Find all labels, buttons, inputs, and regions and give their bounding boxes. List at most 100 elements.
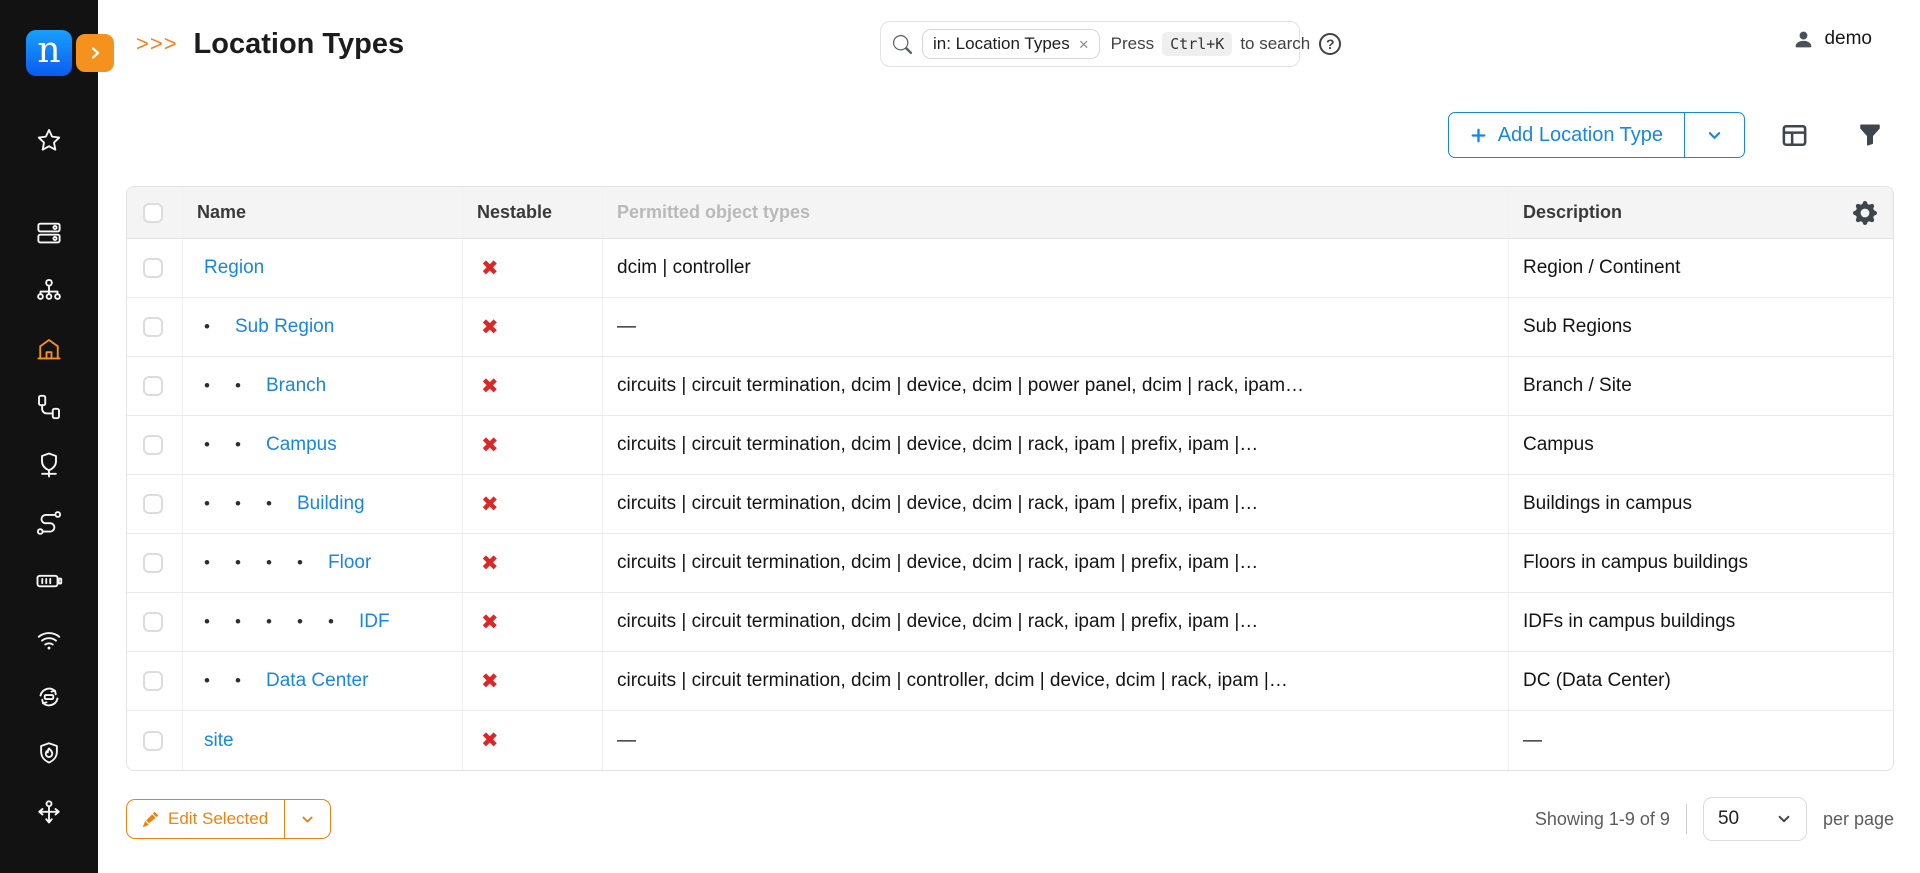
- location-type-link[interactable]: Campus: [266, 434, 337, 456]
- table-row: •Sub Region ✖ — Sub Regions: [127, 298, 1893, 357]
- logo-letter: n: [37, 33, 60, 69]
- indent-bullets: ••••: [204, 552, 328, 574]
- nav-cables[interactable]: [0, 378, 98, 436]
- row-description: —: [1509, 711, 1893, 770]
- row-description: DC (Data Center): [1509, 652, 1893, 710]
- server-rack-icon: [34, 218, 64, 248]
- row-checkbox[interactable]: [143, 731, 163, 751]
- location-type-link[interactable]: Floor: [328, 552, 371, 574]
- search-scope-chip[interactable]: in: Location Types ×: [922, 29, 1100, 59]
- location-type-link[interactable]: site: [204, 730, 234, 752]
- indent-bullet: •: [235, 494, 266, 514]
- permitted-object-types: circuits | circuit termination, dcim | d…: [603, 593, 1509, 651]
- indent-bullet: •: [235, 671, 266, 691]
- filter-funnel-icon: [1858, 123, 1882, 147]
- chevron-down-icon: [1776, 811, 1792, 827]
- table-layout-icon: [1781, 122, 1808, 149]
- row-checkbox[interactable]: [143, 376, 163, 396]
- row-description: Sub Regions: [1509, 298, 1893, 356]
- search-hint: Press Ctrl+K to search: [1111, 32, 1311, 56]
- row-checkbox[interactable]: [143, 258, 163, 278]
- location-type-link[interactable]: Data Center: [266, 670, 368, 692]
- pager-divider: [1686, 804, 1687, 834]
- location-type-link[interactable]: IDF: [359, 611, 390, 633]
- table-view-toggle-button[interactable]: [1781, 122, 1808, 149]
- nestable-false-icon: ✖: [481, 376, 499, 397]
- permitted-object-types: circuits | circuit termination, dcim | d…: [603, 475, 1509, 533]
- page-size-select[interactable]: 50: [1703, 797, 1807, 841]
- sidebar-expand-button[interactable]: [76, 34, 114, 72]
- row-checkbox[interactable]: [143, 317, 163, 337]
- location-type-link[interactable]: Branch: [266, 375, 326, 397]
- building-icon: [34, 334, 64, 364]
- plus-icon: [1470, 127, 1487, 144]
- search-hint-suffix: to search: [1240, 34, 1310, 54]
- column-header-nestable[interactable]: Nestable: [463, 187, 603, 238]
- nestable-false-icon: ✖: [481, 730, 499, 751]
- nav-sync[interactable]: [0, 668, 98, 726]
- star-icon: [34, 126, 64, 156]
- indent-bullet: •: [266, 494, 297, 514]
- user-menu[interactable]: demo: [1793, 28, 1872, 50]
- column-header-description[interactable]: Description: [1509, 187, 1893, 238]
- location-types-table: Name Nestable Permitted object types Des…: [126, 186, 1894, 771]
- row-description: Campus: [1509, 416, 1893, 474]
- row-checkbox[interactable]: [143, 612, 163, 632]
- page-size-value: 50: [1718, 808, 1739, 830]
- row-description: Buildings in campus: [1509, 475, 1893, 533]
- indent-bullet: •: [235, 553, 266, 573]
- location-type-link[interactable]: Region: [204, 257, 264, 279]
- main-area: >>> Location Types in: Location Types × …: [98, 0, 1920, 873]
- edit-selected-dropdown[interactable]: [284, 800, 330, 838]
- table-body: Region ✖ dcim | controller Region / Cont…: [127, 239, 1893, 770]
- nav-locations[interactable]: [0, 320, 98, 378]
- user-icon: [1793, 29, 1814, 50]
- nav-power[interactable]: [0, 552, 98, 610]
- add-button-dropdown[interactable]: [1684, 113, 1744, 157]
- search-scope-label: in: Location Types: [933, 34, 1070, 54]
- indent-bullet: •: [297, 612, 328, 632]
- indent-bullets: •••: [204, 493, 297, 515]
- nav-devices[interactable]: [0, 204, 98, 262]
- permitted-object-types: circuits | circuit termination, dcim | d…: [603, 534, 1509, 592]
- select-all-checkbox[interactable]: [143, 203, 163, 223]
- edit-selected-button[interactable]: Edit Selected: [127, 800, 284, 838]
- nav-favorites[interactable]: [0, 112, 98, 170]
- nav-routes[interactable]: [0, 494, 98, 552]
- nestable-false-icon: ✖: [481, 553, 499, 574]
- nav-wireless[interactable]: [0, 610, 98, 668]
- indent-bullet: •: [204, 612, 235, 632]
- row-checkbox[interactable]: [143, 553, 163, 573]
- nav-distribution[interactable]: [0, 784, 98, 842]
- help-icon[interactable]: ?: [1319, 33, 1341, 55]
- indent-bullet: •: [266, 553, 297, 573]
- filter-button[interactable]: [1858, 123, 1882, 147]
- column-header-name[interactable]: Name: [183, 187, 463, 238]
- table-row: Region ✖ dcim | controller Region / Cont…: [127, 239, 1893, 298]
- page-header: >>> Location Types in: Location Types × …: [98, 0, 1920, 88]
- indent-bullet: •: [204, 376, 235, 396]
- route-icon: [34, 508, 64, 538]
- search-icon: [893, 35, 912, 54]
- row-checkbox[interactable]: [143, 671, 163, 691]
- global-search-bar[interactable]: in: Location Types × Press Ctrl+K to sea…: [880, 21, 1300, 67]
- nestable-false-icon: ✖: [481, 258, 499, 279]
- row-checkbox[interactable]: [143, 435, 163, 455]
- row-checkbox[interactable]: [143, 494, 163, 514]
- chip-close-icon[interactable]: ×: [1079, 36, 1089, 53]
- add-location-type-button[interactable]: Add Location Type: [1449, 113, 1684, 157]
- shield-flame-icon: [34, 740, 64, 770]
- location-type-link[interactable]: Building: [297, 493, 365, 515]
- shield-network-icon: [34, 450, 64, 480]
- indent-bullet: •: [204, 553, 235, 573]
- nav-security[interactable]: [0, 726, 98, 784]
- nautobot-logo[interactable]: n: [26, 30, 72, 76]
- table-config-button[interactable]: [1853, 201, 1877, 225]
- location-type-link[interactable]: Sub Region: [235, 316, 334, 338]
- hierarchy-icon: [34, 276, 64, 306]
- nestable-false-icon: ✖: [481, 435, 499, 456]
- per-page-label: per page: [1823, 809, 1894, 830]
- nav-network-security[interactable]: [0, 436, 98, 494]
- nav-topology[interactable]: [0, 262, 98, 320]
- wifi-icon: [34, 624, 64, 654]
